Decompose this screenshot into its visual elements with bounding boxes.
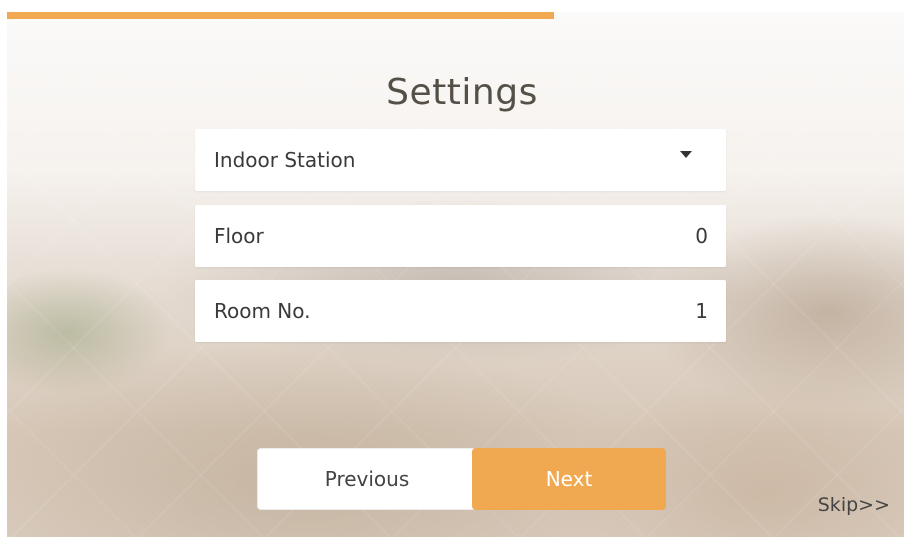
progress-fill: [7, 12, 555, 19]
skip-link[interactable]: Skip>>: [818, 494, 890, 516]
progress-bar: [7, 12, 904, 19]
room-number-field[interactable]: Room No. 1: [195, 280, 726, 342]
device-type-selected: Indoor Station: [214, 148, 356, 172]
floor-label: Floor: [214, 224, 264, 248]
dropdown-caret-icon: [680, 150, 692, 158]
floor-value: 0: [695, 224, 708, 248]
device-type-dropdown[interactable]: Indoor Station: [195, 129, 726, 191]
floor-field[interactable]: Floor 0: [195, 205, 726, 267]
previous-button[interactable]: Previous: [257, 448, 477, 510]
settings-screen: Settings Indoor Station Floor 0 Room No.…: [7, 12, 904, 537]
room-number-value: 1: [695, 299, 708, 323]
page-title: Settings: [386, 72, 538, 113]
next-button[interactable]: Next: [472, 448, 666, 510]
room-number-label: Room No.: [214, 299, 311, 323]
